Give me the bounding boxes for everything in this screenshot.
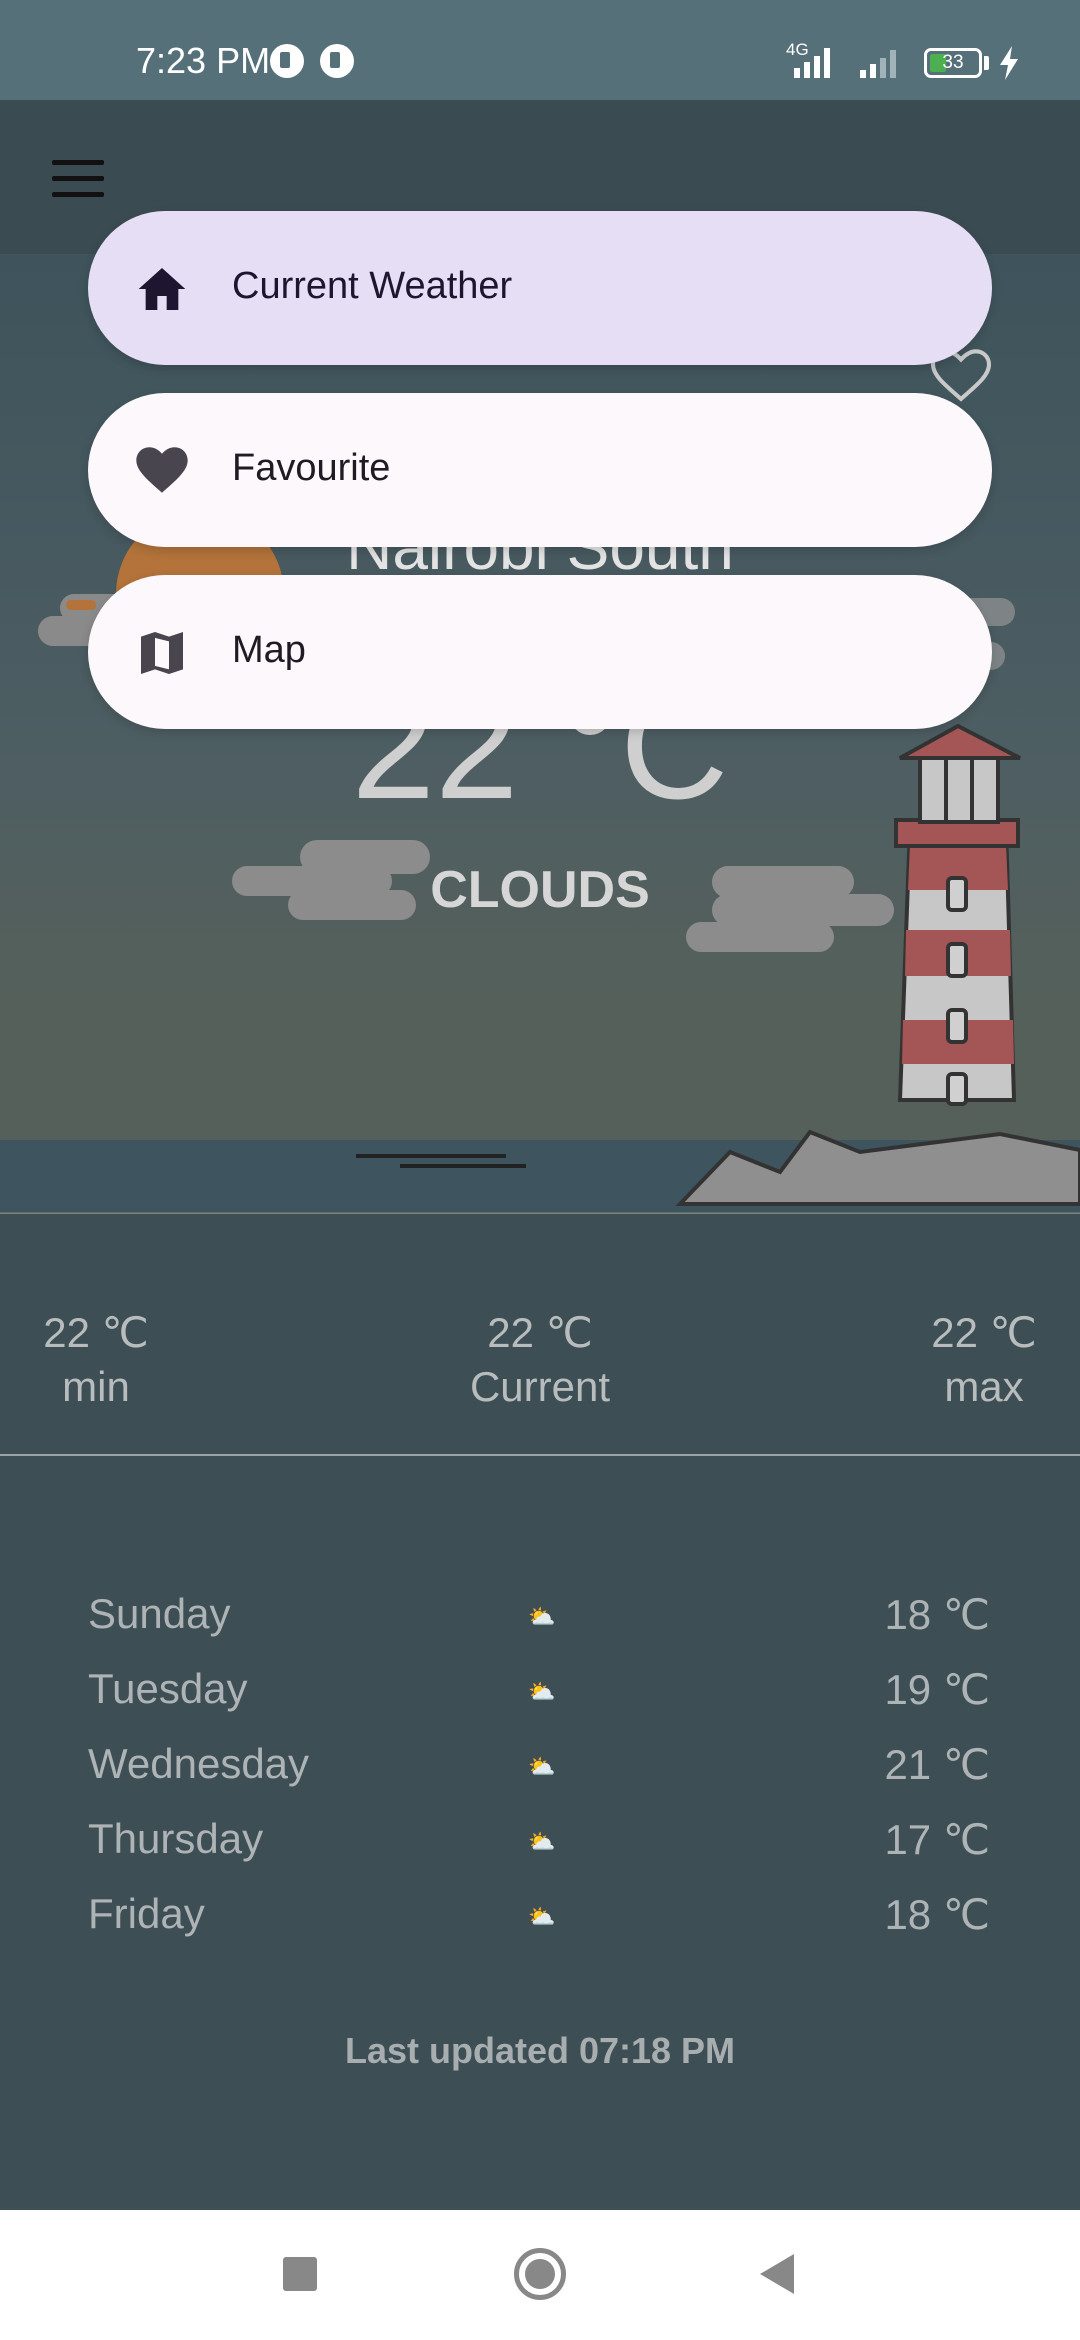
- forecast-day: Friday: [88, 1890, 205, 1937]
- forecast-row: Tuesday ⛅ 19 ℃: [0, 1665, 1080, 1740]
- weather-condition: CLOUDS: [430, 861, 650, 919]
- forecast-row: Wednesday ⛅ 21 ℃: [0, 1740, 1080, 1815]
- menu-item-label: Current Weather: [232, 265, 513, 307]
- forecast-row: Friday ⛅ 18 ℃: [0, 1890, 1080, 1965]
- partly-cloudy-icon: ⛅: [528, 1829, 556, 1854]
- heart-icon: [136, 447, 188, 493]
- notification-app-icon: [320, 44, 354, 78]
- menu-item-map[interactable]: Map: [88, 575, 992, 729]
- forecast-row: Thursday ⛅ 17 ℃: [0, 1815, 1080, 1890]
- min-value: 22 ℃: [43, 1309, 149, 1356]
- status-time: 7:23 PM: [136, 40, 271, 81]
- forecast-temp: 17 ℃: [884, 1816, 990, 1863]
- notification-app-icon: [270, 44, 304, 78]
- menu-item-current-weather[interactable]: Current Weather: [88, 211, 992, 365]
- forecast-temp: 21 ℃: [884, 1741, 990, 1788]
- home-icon: [138, 268, 186, 310]
- forecast-day: Tuesday: [88, 1665, 248, 1712]
- forecast-temp: 18 ℃: [884, 1591, 990, 1638]
- forecast-day: Thursday: [88, 1815, 264, 1862]
- battery-icon: 33: [924, 48, 982, 78]
- partly-cloudy-icon: ⛅: [528, 1604, 556, 1629]
- last-updated-text: Last updated 07:18 PM: [344, 2030, 736, 2071]
- battery-level: 33: [942, 52, 964, 73]
- forecast-temp: 19 ℃: [884, 1666, 990, 1713]
- partly-cloudy-icon: ⛅: [528, 1754, 556, 1779]
- map-icon: [141, 632, 183, 674]
- recent-apps-button[interactable]: [283, 2257, 317, 2291]
- home-button[interactable]: [514, 2248, 566, 2300]
- forecast-day: Sunday: [88, 1590, 231, 1637]
- min-label: min: [62, 1363, 130, 1410]
- back-button[interactable]: [760, 2254, 794, 2294]
- current-temperature-summary: 22 ℃ Current: [440, 1306, 640, 1414]
- partly-cloudy-icon: ⛅: [528, 1904, 556, 1929]
- signal-icon: [794, 48, 896, 78]
- hamburger-menu-icon[interactable]: [52, 160, 104, 198]
- current-label: Current: [469, 1363, 611, 1410]
- menu-item-label: Favourite: [232, 447, 391, 489]
- max-value: 22 ℃: [931, 1309, 1037, 1356]
- menu-item-favourite[interactable]: Favourite: [88, 393, 992, 547]
- forecast-temp: 18 ℃: [884, 1891, 990, 1938]
- partly-cloudy-icon: ⛅: [528, 1679, 556, 1704]
- forecast-day: Wednesday: [88, 1740, 310, 1787]
- max-temperature: 22 ℃ max: [884, 1306, 1080, 1414]
- current-value: 22 ℃: [487, 1309, 593, 1356]
- divider: [0, 1454, 1080, 1456]
- menu-item-label: Map: [232, 629, 306, 671]
- min-temperature: 22 ℃ min: [0, 1306, 196, 1414]
- charging-icon: [1000, 46, 1018, 80]
- forecast-row: Sunday ⛅ 18 ℃: [0, 1590, 1080, 1665]
- max-label: max: [944, 1363, 1024, 1410]
